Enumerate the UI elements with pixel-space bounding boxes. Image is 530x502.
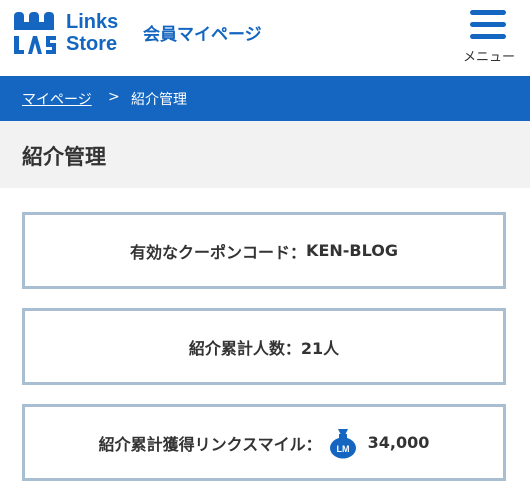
coupon-code-label: 有効なクーポンコード： [130, 242, 307, 262]
money-bag-icon-text: LM [336, 444, 349, 454]
coupon-code-value: KEN-BLOG [306, 241, 398, 260]
referral-count-card: 紹介累計人数： 21人 [22, 308, 506, 385]
breadcrumb: マイページ > 紹介管理 [0, 76, 530, 121]
logo-text-links: Links [66, 11, 119, 33]
page-title: 紹介管理 [22, 145, 106, 169]
referral-miles-label: 紹介累計獲得リンクスマイル： [98, 434, 322, 454]
menu-button[interactable]: メニュー [452, 6, 526, 68]
referral-count-value: 21人 [300, 338, 340, 358]
referral-miles-value: 34,000 [367, 433, 430, 452]
breadcrumb-link-mypage[interactable]: マイページ [22, 89, 92, 109]
menu-label: メニュー [462, 50, 515, 65]
breadcrumb-separator: > [108, 89, 120, 105]
coupon-code-card: 有効なクーポンコード： KEN-BLOG [22, 212, 506, 289]
site-subtitle: 会員マイページ [143, 25, 262, 45]
breadcrumb-current: 紹介管理 [131, 92, 187, 108]
referral-miles-card: 紹介累計獲得リンクスマイル： LM 34,000 [22, 404, 506, 481]
links-store-logo[interactable]: Links Store [12, 10, 134, 58]
page-title-bar: 紹介管理 [0, 121, 530, 188]
logo-mark-icon [14, 12, 56, 54]
money-bag-icon: LM [329, 428, 356, 458]
hamburger-icon [470, 10, 506, 40]
header: Links Store 会員マイページ メニュー [0, 0, 530, 76]
logo-text-store: Store [66, 33, 118, 55]
referral-count-label: 紹介累計人数： [188, 338, 301, 358]
